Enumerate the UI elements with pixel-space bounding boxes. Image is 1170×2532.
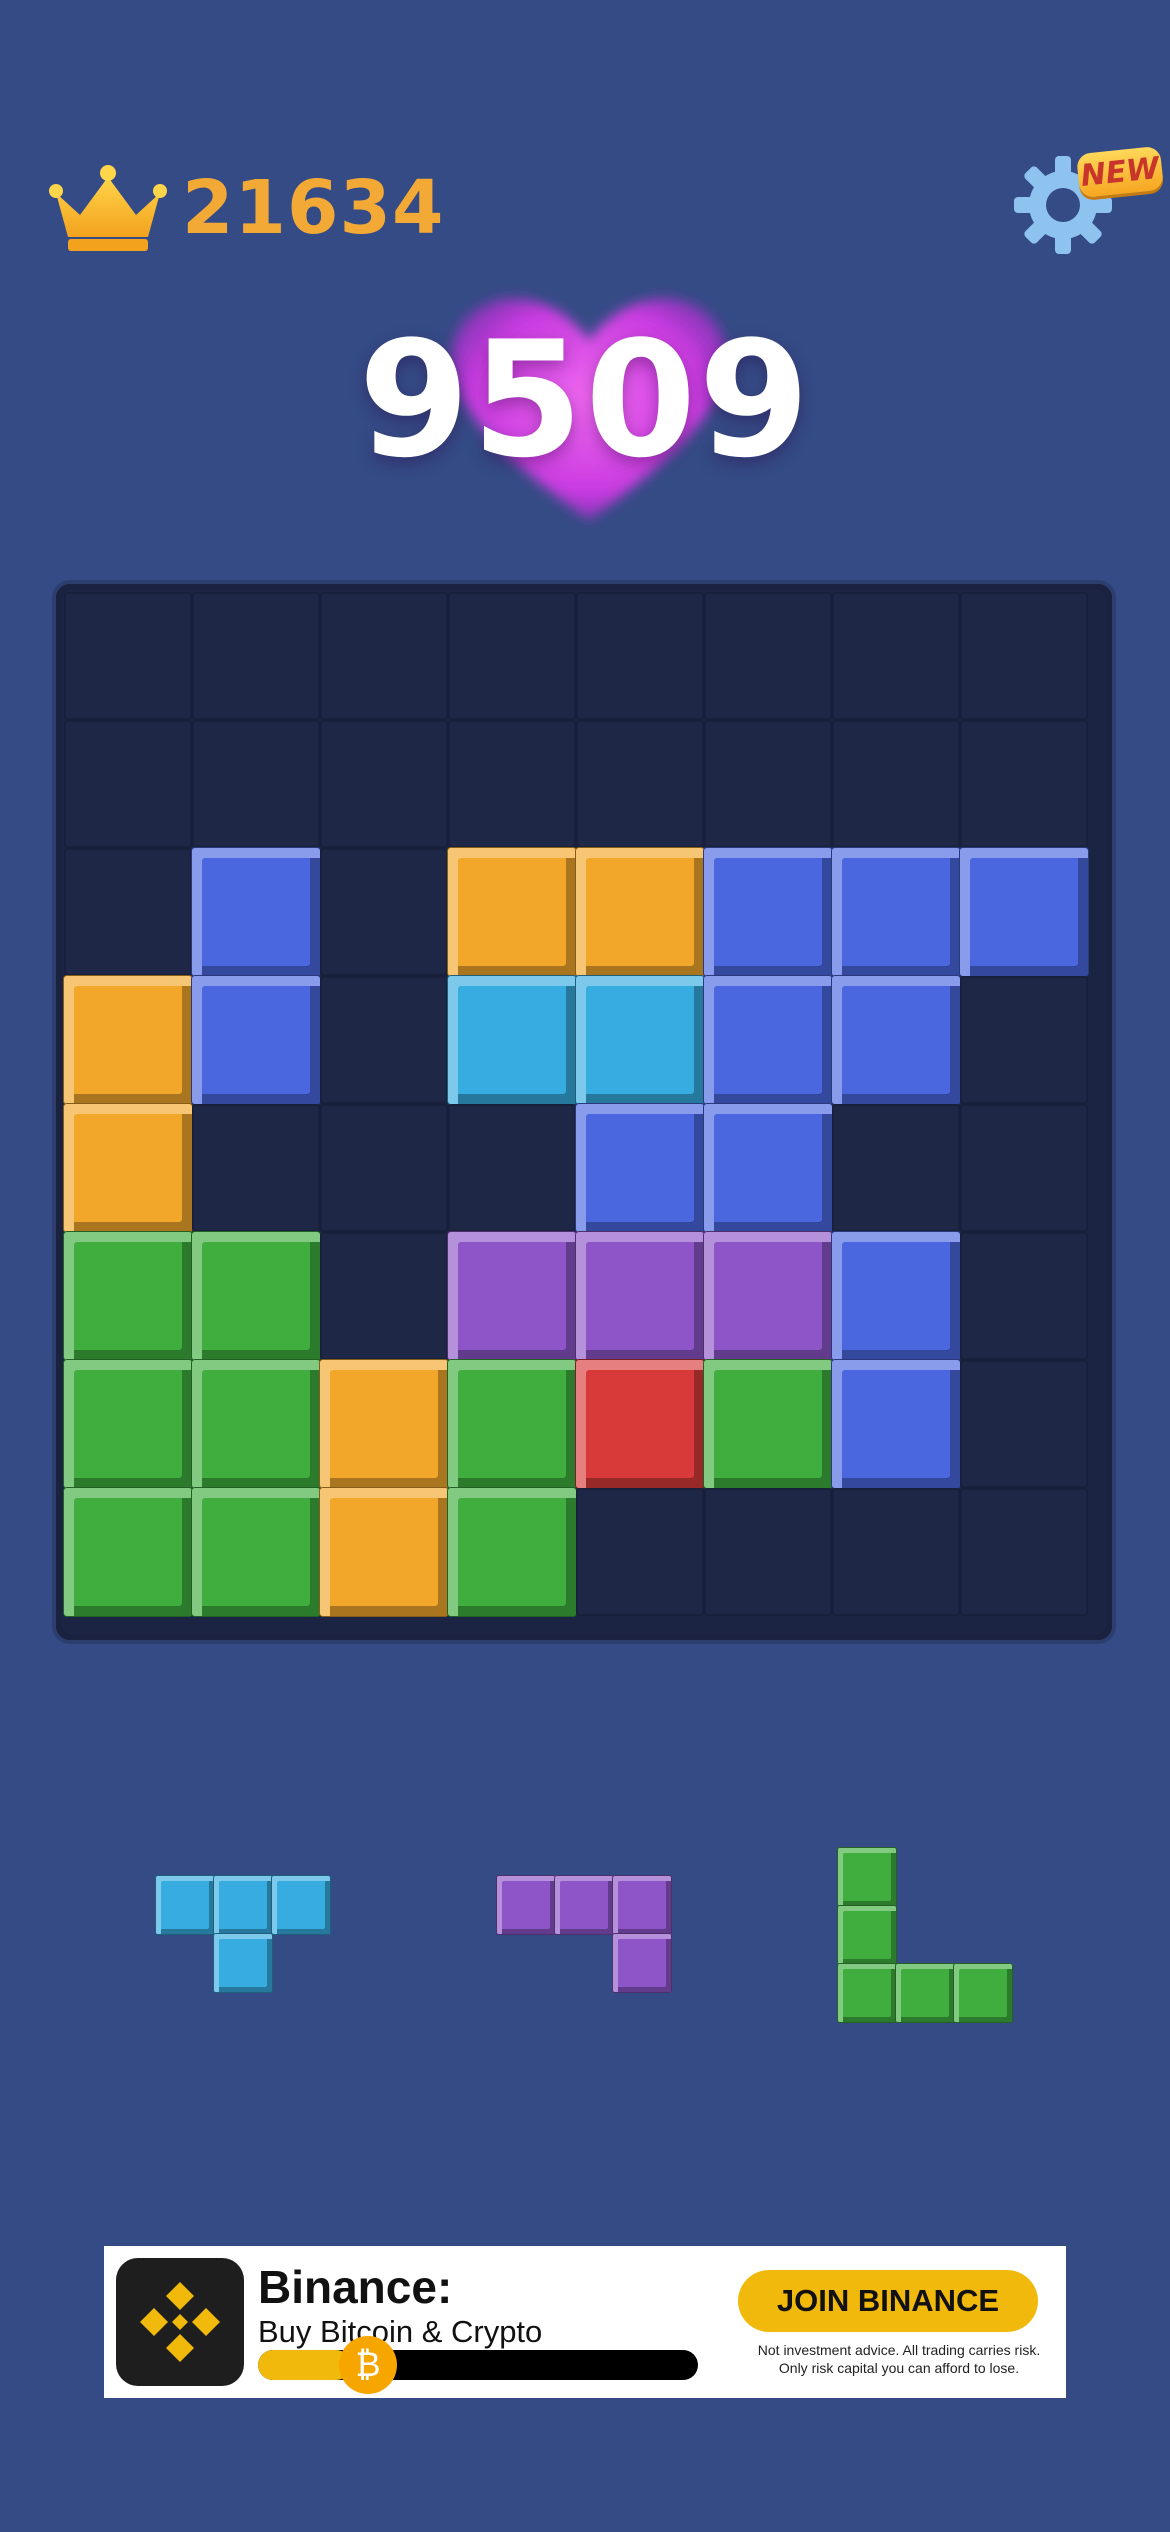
empty-cell — [832, 1488, 960, 1616]
empty-cell — [960, 720, 1088, 848]
board-block — [832, 976, 960, 1104]
best-score-value: 21634 — [182, 165, 445, 251]
empty-cell — [320, 976, 448, 1104]
empty-cell — [960, 1360, 1088, 1488]
board-block — [192, 1488, 320, 1616]
board-block — [576, 848, 704, 976]
board-block — [704, 976, 832, 1104]
board-block — [832, 1232, 960, 1360]
board-block — [64, 1104, 192, 1232]
crown-icon — [49, 165, 167, 251]
empty-cell — [576, 592, 704, 720]
board-block — [832, 848, 960, 976]
board-block — [448, 1488, 576, 1616]
ad-disclaimer-line: Only risk capital you can afford to lose… — [778, 2359, 1020, 2376]
board-block — [576, 1104, 704, 1232]
board-block — [448, 1360, 576, 1488]
empty-cell — [832, 592, 960, 720]
piece-block — [838, 1964, 896, 2022]
join-binance-button[interactable]: JOIN BINANCE — [738, 2270, 1038, 2332]
empty-cell — [832, 1104, 960, 1232]
empty-cell — [960, 1104, 1088, 1232]
empty-cell — [704, 720, 832, 848]
empty-cell — [960, 976, 1088, 1104]
ad-title: Binance: — [258, 2261, 453, 2313]
board-block — [960, 848, 1088, 976]
ad-subtitle: Buy Bitcoin & Crypto — [258, 2314, 543, 2349]
new-badge: NEW — [1075, 145, 1165, 199]
board-block — [704, 1360, 832, 1488]
board-block — [320, 1360, 448, 1488]
bitcoin-icon: ₿ — [339, 2336, 397, 2394]
board-block — [192, 848, 320, 976]
ad-disclaimer: Not investment advice. All trading carri… — [744, 2342, 1054, 2377]
board-block — [448, 848, 576, 976]
empty-cell — [320, 1104, 448, 1232]
empty-cell — [320, 1232, 448, 1360]
board-block — [192, 1360, 320, 1488]
empty-cell — [192, 720, 320, 848]
board-block — [576, 976, 704, 1104]
empty-cell — [832, 720, 960, 848]
piece-block — [838, 1848, 896, 1906]
empty-cell — [64, 720, 192, 848]
piece-block — [555, 1876, 613, 1934]
empty-cell — [576, 1488, 704, 1616]
empty-cell — [320, 848, 448, 976]
piece-block — [896, 1964, 954, 2022]
board-block — [448, 976, 576, 1104]
board-block — [704, 848, 832, 976]
empty-cell — [960, 1488, 1088, 1616]
empty-cell — [576, 720, 704, 848]
game-board[interactable] — [56, 584, 1112, 1640]
empty-cell — [960, 1232, 1088, 1360]
current-score: 9509 — [358, 306, 812, 493]
piece-block — [613, 1934, 671, 1992]
piece-block — [838, 1906, 896, 1964]
empty-cell — [192, 592, 320, 720]
empty-cell — [192, 1104, 320, 1232]
board-block — [576, 1360, 704, 1488]
piece-block — [272, 1876, 330, 1934]
empty-cell — [64, 848, 192, 976]
board-block — [320, 1488, 448, 1616]
empty-cell — [448, 1104, 576, 1232]
empty-cell — [704, 592, 832, 720]
ad-progress-bar: ₿ — [258, 2336, 698, 2394]
best-score: 21634 — [48, 158, 444, 258]
piece-block — [497, 1876, 555, 1934]
board-block — [704, 1104, 832, 1232]
empty-cell — [320, 592, 448, 720]
piece-block — [214, 1876, 272, 1934]
board-block — [64, 1360, 192, 1488]
board-block — [192, 976, 320, 1104]
empty-cell — [960, 592, 1088, 720]
piece-block — [214, 1934, 272, 1992]
board-block — [64, 976, 192, 1104]
empty-cell — [448, 592, 576, 720]
ad-disclaimer-line: Not investment advice. All trading carri… — [757, 2342, 1041, 2358]
empty-cell — [320, 720, 448, 848]
board-block — [192, 1232, 320, 1360]
piece-block — [613, 1876, 671, 1934]
board-block — [64, 1232, 192, 1360]
piece-block — [156, 1876, 214, 1934]
board-block — [576, 1232, 704, 1360]
board-block — [448, 1232, 576, 1360]
board-block — [704, 1232, 832, 1360]
empty-cell — [448, 720, 576, 848]
board-block — [64, 1488, 192, 1616]
empty-cell — [64, 592, 192, 720]
empty-cell — [704, 1488, 832, 1616]
ad-banner[interactable]: Binance: Buy Bitcoin & Crypto ₿ JOIN BIN… — [104, 2246, 1066, 2398]
binance-logo-icon — [116, 2258, 244, 2386]
board-block — [832, 1360, 960, 1488]
ad-progress-fill — [258, 2350, 351, 2380]
piece-block — [954, 1964, 1012, 2022]
